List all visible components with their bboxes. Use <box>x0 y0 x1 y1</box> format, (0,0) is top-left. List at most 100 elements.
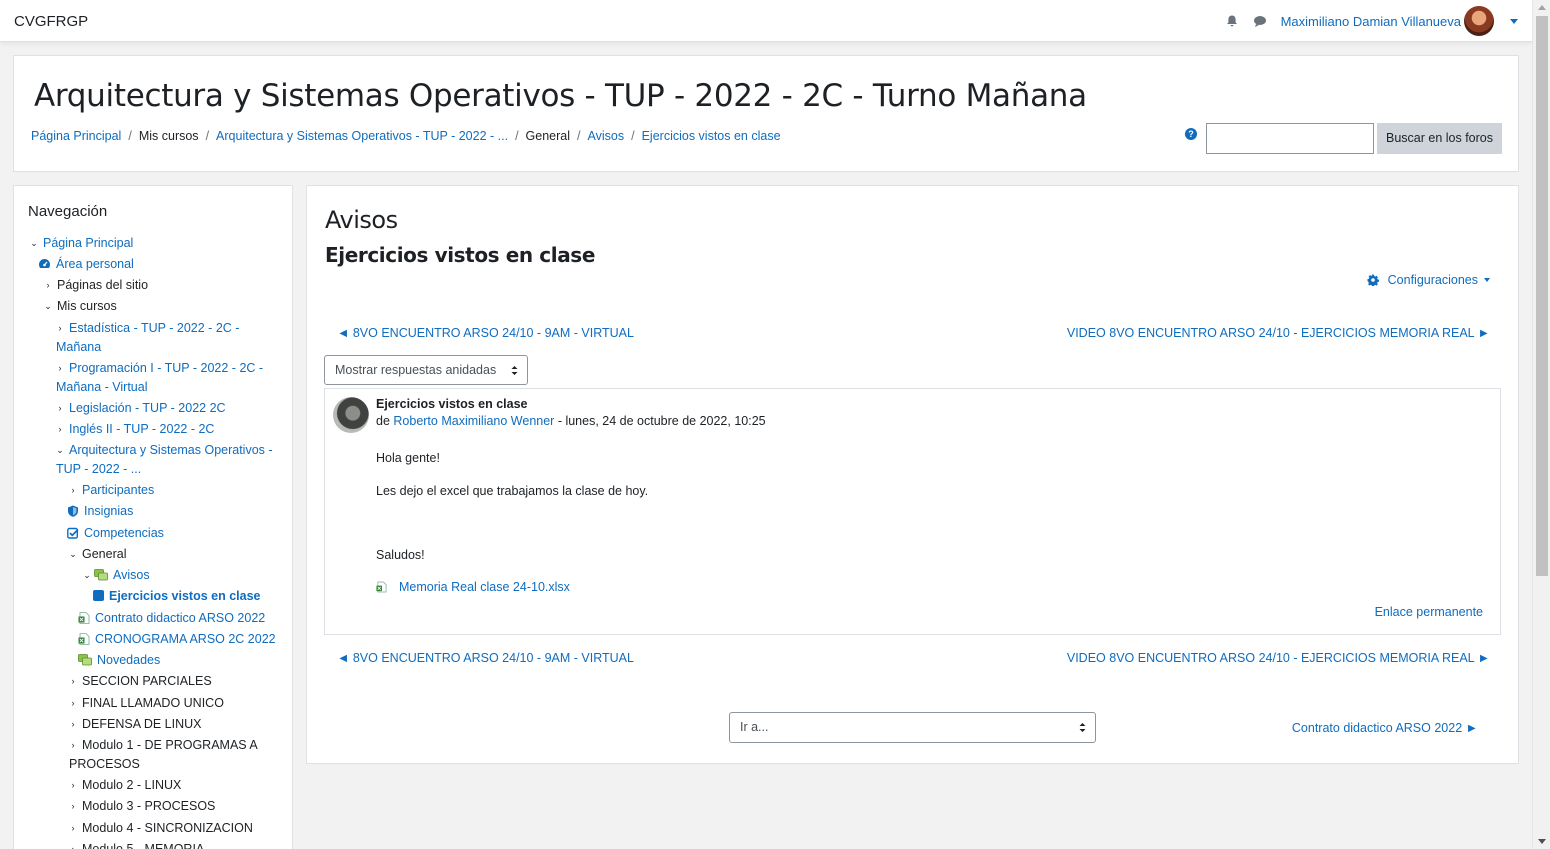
nav-item-my-courses[interactable]: ⌄ Mis cursos <box>42 297 117 316</box>
display-mode-select[interactable]: Mostrar respuestas anidadas <box>324 355 528 385</box>
breadcrumb-course[interactable]: Arquitectura y Sistemas Operativos - TUP… <box>216 129 508 143</box>
breadcrumb-forum[interactable]: Avisos <box>588 129 625 143</box>
nav-item-course-arso[interactable]: ⌄ Arquitectura y Sistemas Operativos - TUP… <box>54 441 289 478</box>
chevron-right-icon: › <box>71 485 75 495</box>
scrollbar-thumb[interactable] <box>1536 16 1548 576</box>
forum-search-button[interactable]: Buscar en los foros <box>1377 123 1502 154</box>
nav-item-forum-avisos[interactable]: ⌄ Avisos <box>81 566 149 585</box>
nav-item-novedades[interactable]: Novedades <box>78 651 160 670</box>
bullet-square-icon <box>93 590 104 601</box>
chevron-right-icon: › <box>58 323 62 333</box>
settings-label: Configuraciones <box>1387 273 1478 287</box>
post-author-link[interactable]: Roberto Maximiliano Wenner <box>393 414 554 428</box>
chevron-down-icon <box>1484 278 1490 282</box>
nav-item-module-5[interactable]: › Modulo 5 - MEMORIA <box>67 840 205 849</box>
dashboard-icon <box>39 259 50 268</box>
navigation-block: Navegación ⌄ Página Principal Área person… <box>13 185 293 849</box>
nav-item-home[interactable]: ⌄ Página Principal <box>28 234 133 253</box>
forum-search-input[interactable] <box>1206 123 1374 154</box>
spreadsheet-icon <box>78 633 90 645</box>
discussion-title: Ejercicios vistos en clase <box>325 243 595 267</box>
page-header: Arquitectura y Sistemas Operativos - TUP… <box>13 55 1519 172</box>
nav-item-section-linux-defense[interactable]: › DEFENSA DE LINUX <box>67 715 202 734</box>
next-discussion-link-bottom[interactable]: VIDEO 8VO ENCUENTRO ARSO 24/10 - EJERCIC… <box>1067 651 1490 665</box>
breadcrumb-home[interactable]: Página Principal <box>31 129 121 143</box>
page-scrollbar[interactable] <box>1532 0 1550 849</box>
scroll-down-arrow-icon[interactable] <box>1538 839 1546 844</box>
attachment[interactable]: Memoria Real clase 24-10.xlsx <box>376 580 570 594</box>
spreadsheet-icon <box>78 612 90 624</box>
chevron-right-icon: › <box>71 844 75 849</box>
breadcrumb-my-courses: Mis cursos <box>138 129 199 143</box>
nav-item-course-estadistica[interactable]: › Estadística - TUP - 2022 - 2C - Mañana <box>54 319 289 356</box>
navigation-title: Navegación <box>28 203 108 220</box>
course-title: Arquitectura y Sistemas Operativos - TUP… <box>34 78 1087 114</box>
post-paragraph: Saludos! <box>376 548 425 562</box>
jump-to-select[interactable]: Ir a... <box>729 712 1096 743</box>
nav-item-site-pages[interactable]: › Páginas del sitio <box>42 276 149 295</box>
chevron-right-icon: › <box>58 363 62 373</box>
nav-item-course-legislacion[interactable]: › Legislación - TUP - 2022 2C <box>54 399 226 418</box>
top-navbar: CVGFRGP Maximiliano Damian Villanueva <box>0 0 1532 42</box>
nav-item-competencies[interactable]: Competencias <box>67 524 164 543</box>
chevron-right-icon: › <box>58 424 62 434</box>
nav-item-module-4[interactable]: › Modulo 4 - SINCRONIZACION <box>67 819 253 838</box>
bell-icon[interactable] <box>1225 14 1239 28</box>
post-subject: Ejercicios vistos en clase <box>376 397 528 411</box>
next-activity-link[interactable]: Contrato didactico ARSO 2022 ► <box>1292 721 1478 735</box>
chevron-right-icon: › <box>46 280 50 290</box>
chevron-down-icon: ⌄ <box>69 549 77 559</box>
site-brand[interactable]: CVGFRGP <box>14 13 88 30</box>
chevron-right-icon: › <box>71 719 75 729</box>
prev-discussion-link-top[interactable]: ◄ 8VO ENCUENTRO ARSO 24/10 - 9AM - VIRTU… <box>337 326 634 340</box>
breadcrumb-discussion[interactable]: Ejercicios vistos en clase <box>642 129 781 143</box>
spreadsheet-icon <box>376 581 387 593</box>
chat-icon[interactable] <box>1253 14 1267 28</box>
user-name[interactable]: Maximiliano Damian Villanueva <box>1281 14 1461 29</box>
checkbox-icon <box>67 527 79 539</box>
settings-menu[interactable]: Configuraciones <box>1367 273 1490 287</box>
shield-icon <box>68 505 78 517</box>
attachment-link[interactable]: Memoria Real clase 24-10.xlsx <box>399 580 570 594</box>
chevron-right-icon: › <box>71 780 75 790</box>
author-avatar[interactable] <box>333 397 369 433</box>
chevron-right-icon: › <box>58 403 62 413</box>
permalink-link[interactable]: Enlace permanente <box>1375 605 1483 619</box>
chevron-right-icon: › <box>71 676 75 686</box>
nav-item-discussion-current[interactable]: Ejercicios vistos en clase <box>93 587 260 606</box>
post-paragraph: Les dejo el excel que trabajamos la clas… <box>376 484 649 498</box>
scroll-up-arrow-icon[interactable] <box>1538 5 1546 10</box>
chevron-down-icon: ⌄ <box>56 445 64 455</box>
select-arrows-icon <box>511 366 518 375</box>
prev-discussion-link-bottom[interactable]: ◄ 8VO ENCUENTRO ARSO 24/10 - 9AM - VIRTU… <box>337 651 634 665</box>
select-arrows-icon <box>1079 723 1086 732</box>
nav-item-section-general[interactable]: ⌄ General <box>67 545 126 564</box>
chevron-down-icon: ⌄ <box>30 238 38 248</box>
nav-item-module-3[interactable]: › Modulo 3 - PROCESOS <box>67 797 216 816</box>
forum-post: Ejercicios vistos en clase de Roberto Ma… <box>324 388 1501 635</box>
breadcrumb-section: General <box>525 129 571 143</box>
nav-item-section-parciales[interactable]: › SECCION PARCIALES <box>67 672 212 691</box>
user-avatar[interactable] <box>1464 6 1494 36</box>
main-content: Avisos Ejercicios vistos en clase Config… <box>306 185 1519 764</box>
chevron-down-icon: ⌄ <box>44 301 52 311</box>
nav-item-participants[interactable]: › Participantes <box>67 481 155 500</box>
nav-item-course-programacion[interactable]: › Programación I - TUP - 2022 - 2C - Mañan… <box>54 359 289 396</box>
chevron-down-icon: ⌄ <box>83 570 91 580</box>
chevron-right-icon: › <box>71 801 75 811</box>
nav-item-module-2[interactable]: › Modulo 2 - LINUX <box>67 776 182 795</box>
nav-item-dashboard[interactable]: Área personal <box>38 255 134 274</box>
help-icon[interactable]: ? <box>1185 128 1197 140</box>
chevron-down-icon[interactable] <box>1510 18 1518 24</box>
forum-icon <box>78 654 92 666</box>
chevron-right-icon: › <box>71 698 75 708</box>
nav-item-contrato[interactable]: Contrato didactico ARSO 2022 <box>78 609 265 628</box>
chevron-right-icon: › <box>71 740 75 750</box>
nav-item-module-1[interactable]: › Modulo 1 - DE PROGRAMAS A PROCESOS <box>67 736 289 773</box>
nav-item-section-final[interactable]: › FINAL LLAMADO UNICO <box>67 694 224 713</box>
nav-item-course-ingles[interactable]: › Inglés II - TUP - 2022 - 2C <box>54 420 215 439</box>
nav-item-badges[interactable]: Insignias <box>67 502 133 521</box>
next-discussion-link-top[interactable]: VIDEO 8VO ENCUENTRO ARSO 24/10 - EJERCIC… <box>1067 326 1490 340</box>
post-byline: de Roberto Maximiliano Wenner - lunes, 2… <box>376 414 766 428</box>
nav-item-cronograma[interactable]: CRONOGRAMA ARSO 2C 2022 <box>78 630 276 649</box>
